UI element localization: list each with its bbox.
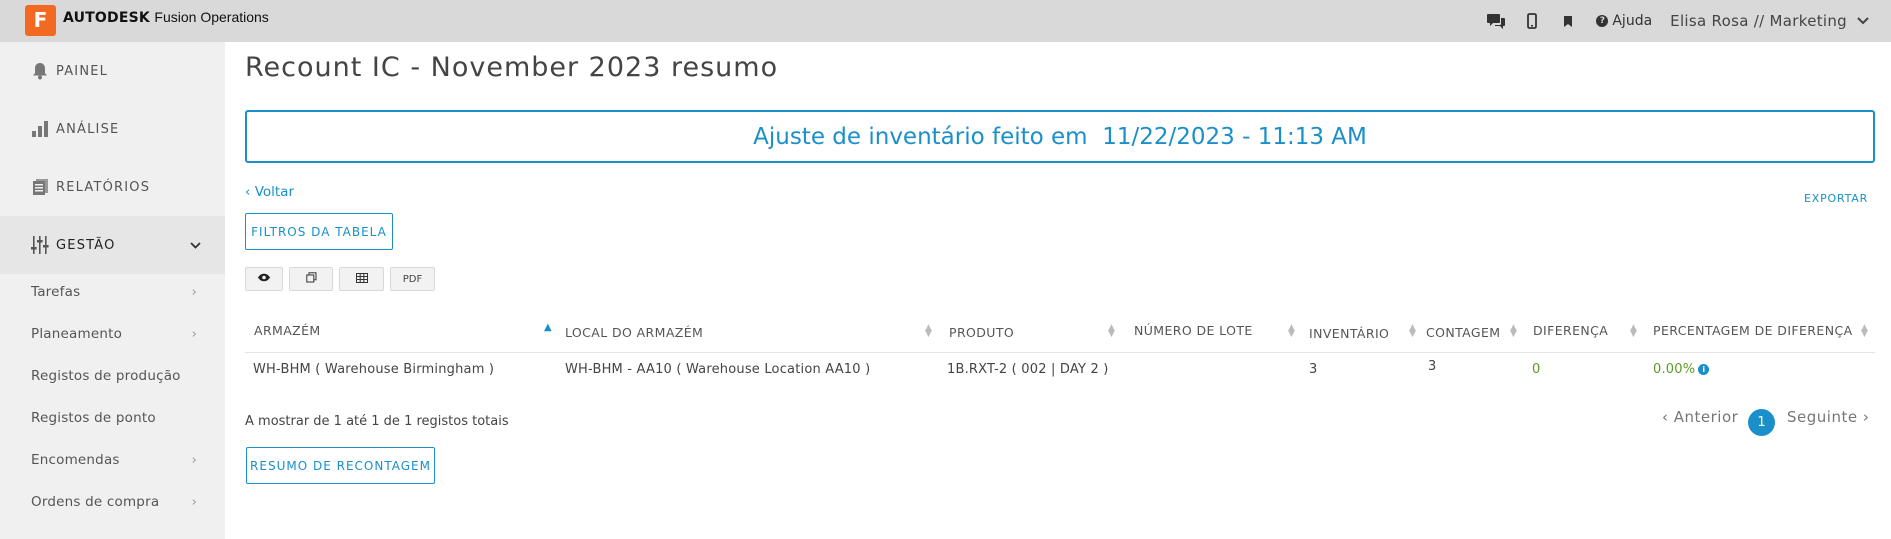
table-filters-label: FILTROS DA TABELA: [251, 224, 387, 239]
table-cell-local: WH-BHM - AA10 ( Warehouse Location AA10 …: [565, 362, 871, 377]
bookmark-icon[interactable]: [1550, 0, 1586, 42]
sidebar-item-label: RELATÓRIOS: [56, 179, 151, 195]
sidebar-item-analise[interactable]: ANÁLISE: [0, 100, 225, 158]
sidebar-subitem-label: Tarefas: [31, 284, 81, 300]
pdf-label: PDF: [402, 273, 423, 285]
sort-icon[interactable]: ▲ ▼: [1630, 324, 1637, 339]
column-visibility-button[interactable]: [245, 267, 283, 291]
percentage-value: 0.00%: [1653, 362, 1696, 377]
sidebar-item-label: ANÁLISE: [56, 121, 120, 137]
back-link[interactable]: ‹ Voltar: [245, 184, 294, 200]
brand-name: AUTODESK Fusion Operations: [63, 9, 269, 26]
csv-button[interactable]: [339, 267, 384, 291]
chevron-right-icon: ›: [191, 494, 197, 510]
chevron-right-icon: ›: [191, 452, 197, 468]
sidebar-subitem-label: Registos de ponto: [31, 410, 156, 426]
help-label: Ajuda: [1612, 13, 1653, 29]
sidebar-item-painel[interactable]: PAINEL: [0, 42, 225, 100]
bar-chart-icon: [30, 119, 50, 139]
col-header-inventario[interactable]: INVENTÁRIO: [1309, 326, 1389, 341]
col-header-armazem[interactable]: ARMAZÉM: [254, 323, 321, 338]
table-cell-produto: 1B.RXT-2 ( 002 | DAY 2 ): [947, 362, 1109, 377]
brand-bold: AUTODESK: [63, 10, 150, 26]
sidebar-subitem-label: Registos de produção: [31, 368, 181, 384]
adjustment-banner: Ajuste de inventário feito em 11/22/2023…: [245, 110, 1875, 163]
user-name: Elisa Rosa // Marketing: [1670, 12, 1847, 30]
table-cell-inventario: 3: [1309, 362, 1318, 377]
sidebar-item-label: GESTÃO: [56, 237, 116, 253]
sliders-icon: [30, 235, 50, 255]
sidebar-item-encomendas[interactable]: Encomendas ›: [0, 439, 225, 481]
spreadsheet-icon: [355, 272, 368, 286]
sidebar-item-registos-ponto[interactable]: Registos de ponto: [0, 397, 225, 439]
sort-icon[interactable]: ▲ ▼: [1409, 324, 1416, 339]
page-title: Recount IC - November 2023 resumo: [245, 52, 779, 83]
pdf-button[interactable]: PDF: [390, 267, 435, 291]
records-summary: A mostrar de 1 até 1 de 1 registos totai…: [245, 414, 509, 429]
sidebar-item-ordens-compra[interactable]: Ordens de compra ›: [0, 481, 225, 523]
table-cell-diferenca: 0: [1532, 362, 1541, 377]
top-bar: F AUTODESK Fusion Operations ? Ajuda Eli…: [0, 0, 1891, 42]
sidebar-item-gestao[interactable]: GESTÃO: [0, 216, 225, 274]
sidebar-item-label: PAINEL: [56, 63, 109, 79]
sort-icon[interactable]: ▲ ▼: [1510, 324, 1517, 339]
col-header-produto[interactable]: PRODUTO: [949, 325, 1014, 340]
banner-text: Ajuste de inventário feito em 11/22/2023…: [753, 123, 1367, 150]
brand-product: Fusion Operations: [154, 9, 269, 25]
pagination-current[interactable]: 1: [1748, 409, 1775, 436]
col-header-local[interactable]: LOCAL DO ARMAZÉM: [565, 325, 703, 340]
table-cell-armazem: WH-BHM ( Warehouse Birmingham ): [253, 362, 495, 377]
sort-icon[interactable]: ▲ ▼: [1108, 324, 1115, 339]
copy-button[interactable]: [289, 267, 333, 291]
chevron-down-icon: [190, 238, 201, 252]
bell-icon: [30, 61, 50, 81]
pagination-prev[interactable]: ‹ Anterior: [1662, 408, 1738, 426]
top-actions: ? Ajuda Elisa Rosa // Marketing: [1478, 0, 1891, 42]
sidebar-item-relatorios[interactable]: RELATÓRIOS: [0, 158, 225, 216]
chat-icon[interactable]: [1478, 0, 1514, 42]
sidebar-item-planeamento[interactable]: Planeamento ›: [0, 313, 225, 355]
recount-summary-button[interactable]: RESUMO DE RECONTAGEM: [246, 447, 435, 484]
chevron-right-icon: ›: [191, 284, 197, 300]
fusion-logo[interactable]: F: [25, 5, 56, 36]
chevron-down-icon: [1857, 14, 1869, 28]
sidebar-item-tarefas[interactable]: Tarefas ›: [0, 271, 225, 313]
table-cell-contagem: 3: [1428, 359, 1437, 374]
sidebar-subitem-label: Planeamento: [31, 326, 123, 342]
col-header-contagem[interactable]: CONTAGEM: [1426, 325, 1500, 340]
table-filters-button[interactable]: FILTROS DA TABELA: [245, 213, 393, 250]
user-menu[interactable]: Elisa Rosa // Marketing: [1670, 12, 1869, 30]
sidebar-subitem-label: Encomendas: [31, 452, 120, 468]
mobile-icon[interactable]: [1514, 0, 1550, 42]
col-header-percentagem[interactable]: PERCENTAGEM DE DIFERENÇA: [1653, 323, 1853, 338]
sidebar-item-registos-producao[interactable]: Registos de produção: [0, 355, 225, 397]
sort-icon[interactable]: ▲ ▼: [1288, 324, 1295, 339]
help-icon: ?: [1596, 15, 1609, 27]
copy-icon: [305, 272, 317, 286]
sidebar: PAINEL ANÁLISE RELATÓRIOS GESTÃO Tarefas…: [0, 42, 225, 539]
info-icon[interactable]: i: [1698, 364, 1710, 375]
col-header-lote[interactable]: NÚMERO DE LOTE: [1134, 323, 1253, 338]
chevron-right-icon: ›: [191, 326, 197, 342]
sort-asc-icon[interactable]: ▲: [544, 323, 552, 333]
table-cell-percentagem: 0.00% i: [1653, 362, 1710, 377]
export-link[interactable]: EXPORTAR: [1804, 192, 1868, 205]
help-link[interactable]: ? Ajuda: [1596, 13, 1652, 29]
table-divider: [245, 352, 1875, 353]
eye-icon: [257, 273, 271, 285]
sort-icon[interactable]: ▲ ▼: [925, 324, 932, 339]
recount-summary-label: RESUMO DE RECONTAGEM: [250, 458, 431, 473]
reports-icon: [30, 177, 50, 197]
sidebar-subitem-label: Ordens de compra: [31, 494, 160, 510]
col-header-diferenca[interactable]: DIFERENÇA: [1533, 323, 1608, 338]
sort-icon[interactable]: ▲ ▼: [1861, 324, 1868, 339]
pagination-next[interactable]: Seguinte ›: [1787, 408, 1869, 426]
